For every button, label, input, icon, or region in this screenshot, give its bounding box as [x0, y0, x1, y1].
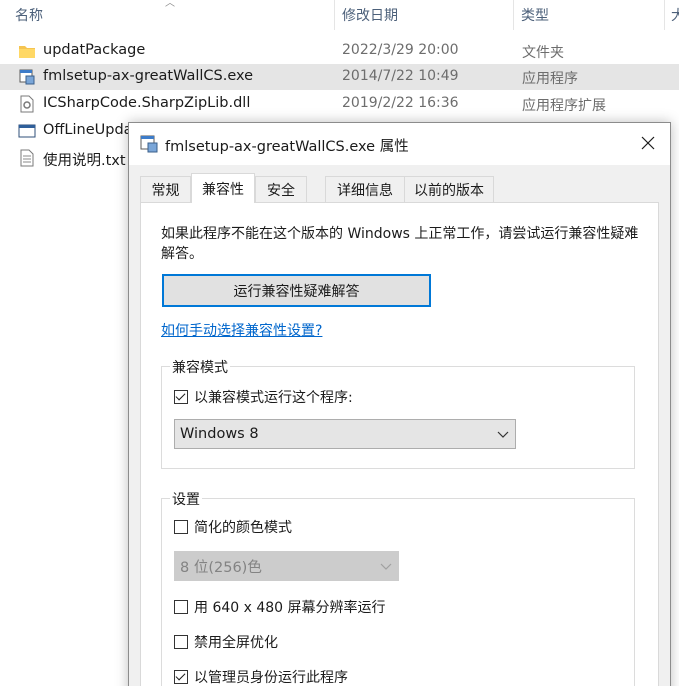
exe-icon — [140, 135, 158, 153]
sort-up-icon: ︿ — [165, 0, 175, 9]
dialog-title: fmlsetup-ax-greatWallCS.exe 属性 — [165, 139, 409, 155]
fullscreen-optimization-checkbox[interactable]: 禁用全屏优化 — [174, 632, 278, 652]
resolution-label: 用 640 x 480 屏幕分辨率运行 — [194, 600, 386, 616]
column-divider[interactable] — [513, 0, 514, 30]
reduced-color-label: 简化的颜色模式 — [194, 520, 292, 536]
checkbox-unchecked-icon — [174, 520, 188, 534]
column-header-size[interactable]: 大 — [671, 5, 679, 25]
text-file-icon — [20, 149, 34, 167]
file-date: 2022/3/29 20:00 — [342, 42, 459, 58]
run-troubleshooter-button[interactable]: 运行兼容性疑难解答 — [162, 274, 431, 307]
chevron-down-icon — [380, 563, 392, 570]
column-header-name[interactable]: 名称 — [15, 5, 43, 25]
chevron-down-icon — [497, 431, 509, 438]
tab-general[interactable]: 常规 — [140, 176, 191, 202]
folder-icon — [19, 46, 35, 58]
os-version-select[interactable]: Windows 8 — [174, 419, 516, 449]
resolution-checkbox[interactable]: 用 640 x 480 屏幕分辨率运行 — [174, 597, 386, 617]
run-as-admin-checkbox[interactable]: 以管理员身份运行此程序 — [174, 667, 348, 686]
tab-details[interactable]: 详细信息 — [325, 176, 405, 202]
column-header-type[interactable]: 类型 — [521, 5, 549, 25]
color-mode-select: 8 位(256)色 — [174, 551, 399, 581]
tab-compatibility[interactable]: 兼容性 — [191, 173, 255, 203]
settings-title: 设置 — [170, 489, 202, 509]
file-type: 应用程序 — [522, 71, 578, 87]
file-name: 使用说明.txt — [43, 153, 126, 169]
column-divider[interactable] — [664, 0, 665, 30]
tab-previous-versions[interactable]: 以前的版本 — [404, 176, 494, 202]
compat-mode-group: 兼容模式 以兼容模式运行这个程序: Windows 8 — [161, 357, 635, 469]
file-date: 2019/2/22 16:36 — [342, 95, 459, 111]
file-type: 应用程序扩展 — [522, 98, 606, 114]
color-mode-value: 8 位(256)色 — [180, 559, 262, 576]
close-button[interactable] — [626, 123, 670, 163]
checkbox-checked-icon — [174, 390, 188, 404]
tab-security[interactable]: 安全 — [255, 176, 307, 202]
checkbox-checked-icon — [174, 670, 188, 684]
dialog-titlebar[interactable]: fmlsetup-ax-greatWallCS.exe 属性 — [129, 123, 670, 165]
compatibility-panel: 如果此程序不能在这个版本的 Windows 上正常工作，请尝试运行兼容性疑难解答… — [140, 202, 659, 686]
compatibility-description: 如果此程序不能在这个版本的 Windows 上正常工作，请尝试运行兼容性疑难解答… — [161, 226, 639, 262]
compat-mode-checkbox[interactable]: 以兼容模式运行这个程序: — [174, 387, 353, 407]
fullscreen-label: 禁用全屏优化 — [194, 635, 278, 651]
app-window-icon — [18, 124, 36, 138]
run-as-admin-label: 以管理员身份运行此程序 — [194, 670, 348, 686]
os-version-value: Windows 8 — [180, 426, 259, 442]
properties-dialog: fmlsetup-ax-greatWallCS.exe 属性 常规 兼容性 安全… — [128, 122, 671, 686]
compat-mode-title: 兼容模式 — [170, 357, 230, 377]
close-icon — [641, 136, 655, 150]
file-name: OffLineUpda — [43, 122, 133, 138]
file-row[interactable]: updatPackage 2022/3/29 20:00 文件夹 — [0, 38, 679, 64]
reduced-color-checkbox[interactable]: 简化的颜色模式 — [174, 517, 292, 537]
column-header-modified[interactable]: 修改日期 — [342, 5, 398, 25]
manual-settings-link[interactable]: 如何手动选择兼容性设置? — [161, 320, 322, 340]
file-row-selected[interactable]: fmlsetup-ax-greatWallCS.exe 2014/7/22 10… — [0, 64, 679, 90]
compat-mode-label: 以兼容模式运行这个程序: — [194, 390, 353, 406]
file-date: 2014/7/22 10:49 — [342, 68, 459, 84]
exe-icon — [19, 69, 35, 85]
column-divider[interactable] — [334, 0, 335, 30]
file-name: updatPackage — [43, 42, 146, 58]
file-row[interactable]: ICSharpCode.SharpZipLib.dll 2019/2/22 16… — [0, 91, 679, 117]
file-name: fmlsetup-ax-greatWallCS.exe — [43, 68, 254, 84]
settings-group: 设置 简化的颜色模式 8 位(256)色 用 640 x 480 屏幕分辨率运行… — [161, 489, 635, 686]
checkbox-unchecked-icon — [174, 600, 188, 614]
dll-icon — [20, 95, 34, 113]
checkbox-unchecked-icon — [174, 635, 188, 649]
file-type: 文件夹 — [522, 45, 564, 61]
column-header-bar: ︿ 名称 修改日期 类型 大 — [0, 0, 679, 30]
file-name: ICSharpCode.SharpZipLib.dll — [43, 95, 251, 111]
